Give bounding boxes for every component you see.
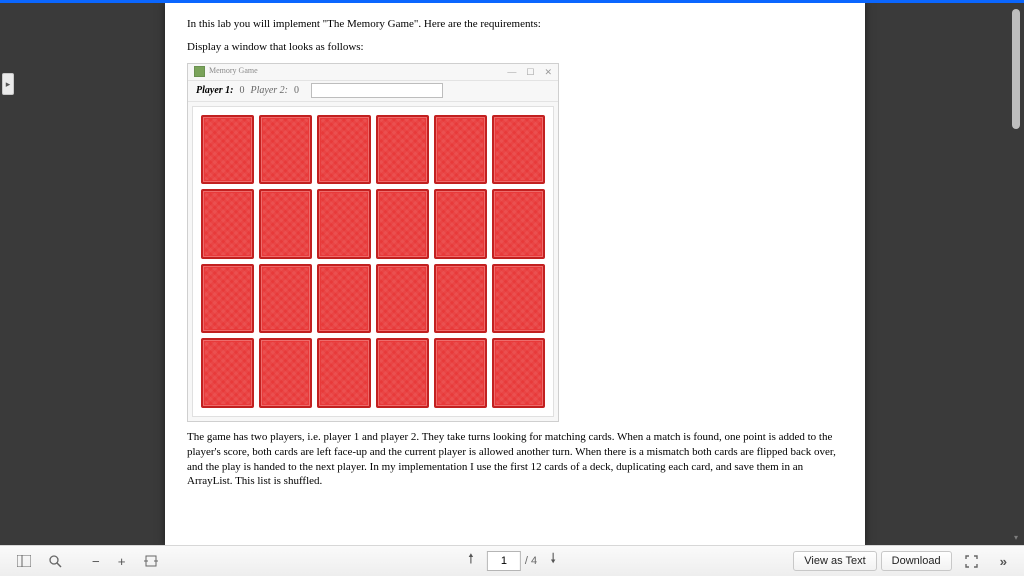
card <box>376 264 429 334</box>
card <box>492 189 545 259</box>
window-titlebar: Memory Game — ☐ ✕ <box>188 64 558 81</box>
app-icon <box>194 66 205 77</box>
find-button[interactable] <box>42 551 69 571</box>
card <box>434 115 487 185</box>
zoom-out-button[interactable]: − <box>85 551 107 571</box>
left-gutter: ▸ <box>0 3 48 546</box>
card <box>492 338 545 408</box>
card <box>434 264 487 334</box>
card <box>492 115 545 185</box>
download-button[interactable]: Download <box>881 551 952 571</box>
display-instruction: Display a window that looks as follows: <box>187 40 843 55</box>
more-tools-button[interactable]: » <box>993 551 1014 571</box>
card <box>201 264 254 334</box>
window-title: Memory Game <box>209 66 507 77</box>
page-down-button[interactable]: 🠗 <box>543 551 563 571</box>
document-viewer: ▸ In this lab you will implement "The Me… <box>0 3 1024 546</box>
card <box>376 115 429 185</box>
page-up-button[interactable]: 🠕 <box>461 551 481 571</box>
player2-label: Player 2: <box>251 84 289 98</box>
page-scroll-area[interactable]: In this lab you will implement "The Memo… <box>48 3 982 546</box>
card <box>434 338 487 408</box>
intro-paragraph: In this lab you will implement "The Memo… <box>187 17 843 32</box>
card <box>434 189 487 259</box>
card <box>259 264 312 334</box>
fullscreen-button[interactable] <box>958 551 985 571</box>
card <box>259 338 312 408</box>
card <box>492 264 545 334</box>
card-grid <box>192 106 554 417</box>
card <box>376 189 429 259</box>
close-icon: ✕ <box>544 66 552 78</box>
scroll-down-icon[interactable]: ▾ <box>1012 534 1020 542</box>
card <box>259 189 312 259</box>
card <box>317 264 370 334</box>
player1-label: Player 1: <box>196 84 234 98</box>
right-gutter: ▾ <box>982 3 1024 546</box>
player2-score: 0 <box>294 84 299 98</box>
document-page: In this lab you will implement "The Memo… <box>165 3 865 546</box>
card <box>259 115 312 185</box>
rules-paragraph: The game has two players, i.e. player 1 … <box>187 430 843 489</box>
minimize-icon: — <box>507 66 516 78</box>
page-number-input[interactable] <box>487 551 521 571</box>
sidebar-toggle[interactable]: ▸ <box>2 73 14 95</box>
card <box>201 115 254 185</box>
card <box>201 338 254 408</box>
pagination: 🠕 / 4 🠗 <box>459 551 565 571</box>
view-as-text-button[interactable]: View as Text <box>793 551 876 571</box>
card <box>201 189 254 259</box>
search-input <box>311 83 443 98</box>
sample-window: Memory Game — ☐ ✕ Player 1: 0 Player 2: … <box>187 63 559 422</box>
card <box>317 338 370 408</box>
card <box>317 189 370 259</box>
footer-toolbar: − + 🠕 / 4 🠗 View as Text Download » <box>0 545 1024 576</box>
fit-button[interactable] <box>137 551 165 571</box>
page-total-label: / 4 <box>525 555 537 567</box>
card <box>317 115 370 185</box>
card <box>376 338 429 408</box>
player1-score: 0 <box>240 84 245 98</box>
maximize-icon: ☐ <box>526 66 534 78</box>
zoom-in-button[interactable]: + <box>111 551 133 571</box>
scrollbar-thumb[interactable] <box>1012 9 1020 129</box>
sidebar-button[interactable] <box>10 551 38 571</box>
score-bar: Player 1: 0 Player 2: 0 <box>188 81 558 102</box>
